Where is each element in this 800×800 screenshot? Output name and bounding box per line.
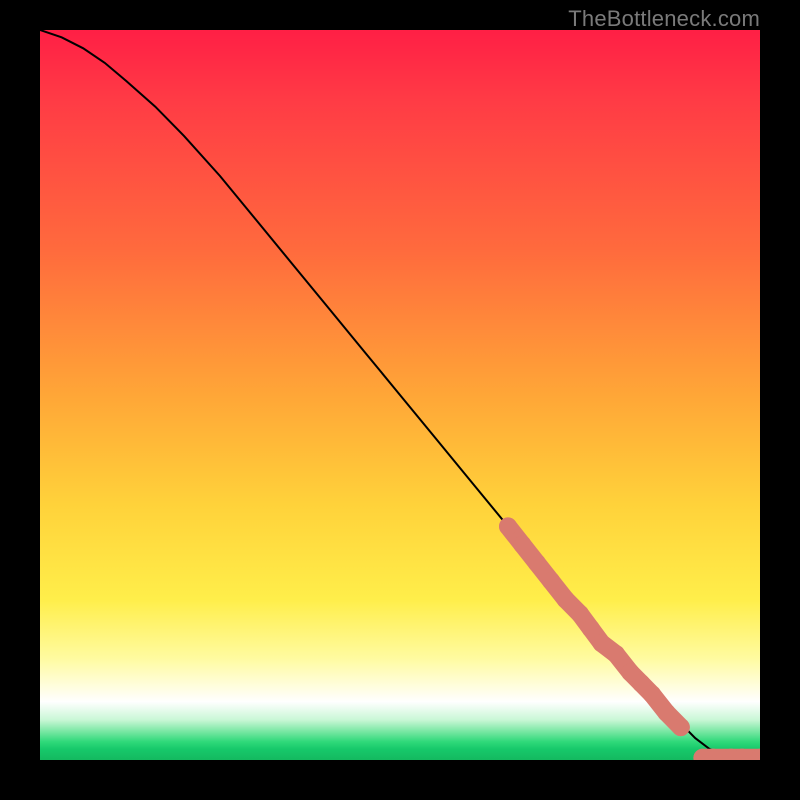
watermark-text: TheBottleneck.com	[568, 6, 760, 32]
marker-dot	[557, 590, 575, 608]
marker-dot	[528, 554, 546, 572]
chart-svg	[40, 30, 760, 760]
marker-dot	[513, 536, 531, 554]
marker-dot	[593, 634, 611, 652]
highlighted-points-group	[499, 517, 760, 760]
marker-dot	[643, 685, 661, 703]
marker-dot	[657, 704, 675, 722]
chart-frame: TheBottleneck.com	[0, 0, 800, 800]
plot-area	[40, 30, 760, 760]
marker-dot	[571, 605, 589, 623]
bottleneck-curve	[40, 30, 760, 760]
marker-dot	[607, 645, 625, 663]
marker-dot	[542, 572, 560, 590]
marker-dot	[672, 718, 690, 736]
marker-dot	[499, 517, 517, 535]
marker-dot	[582, 620, 600, 638]
